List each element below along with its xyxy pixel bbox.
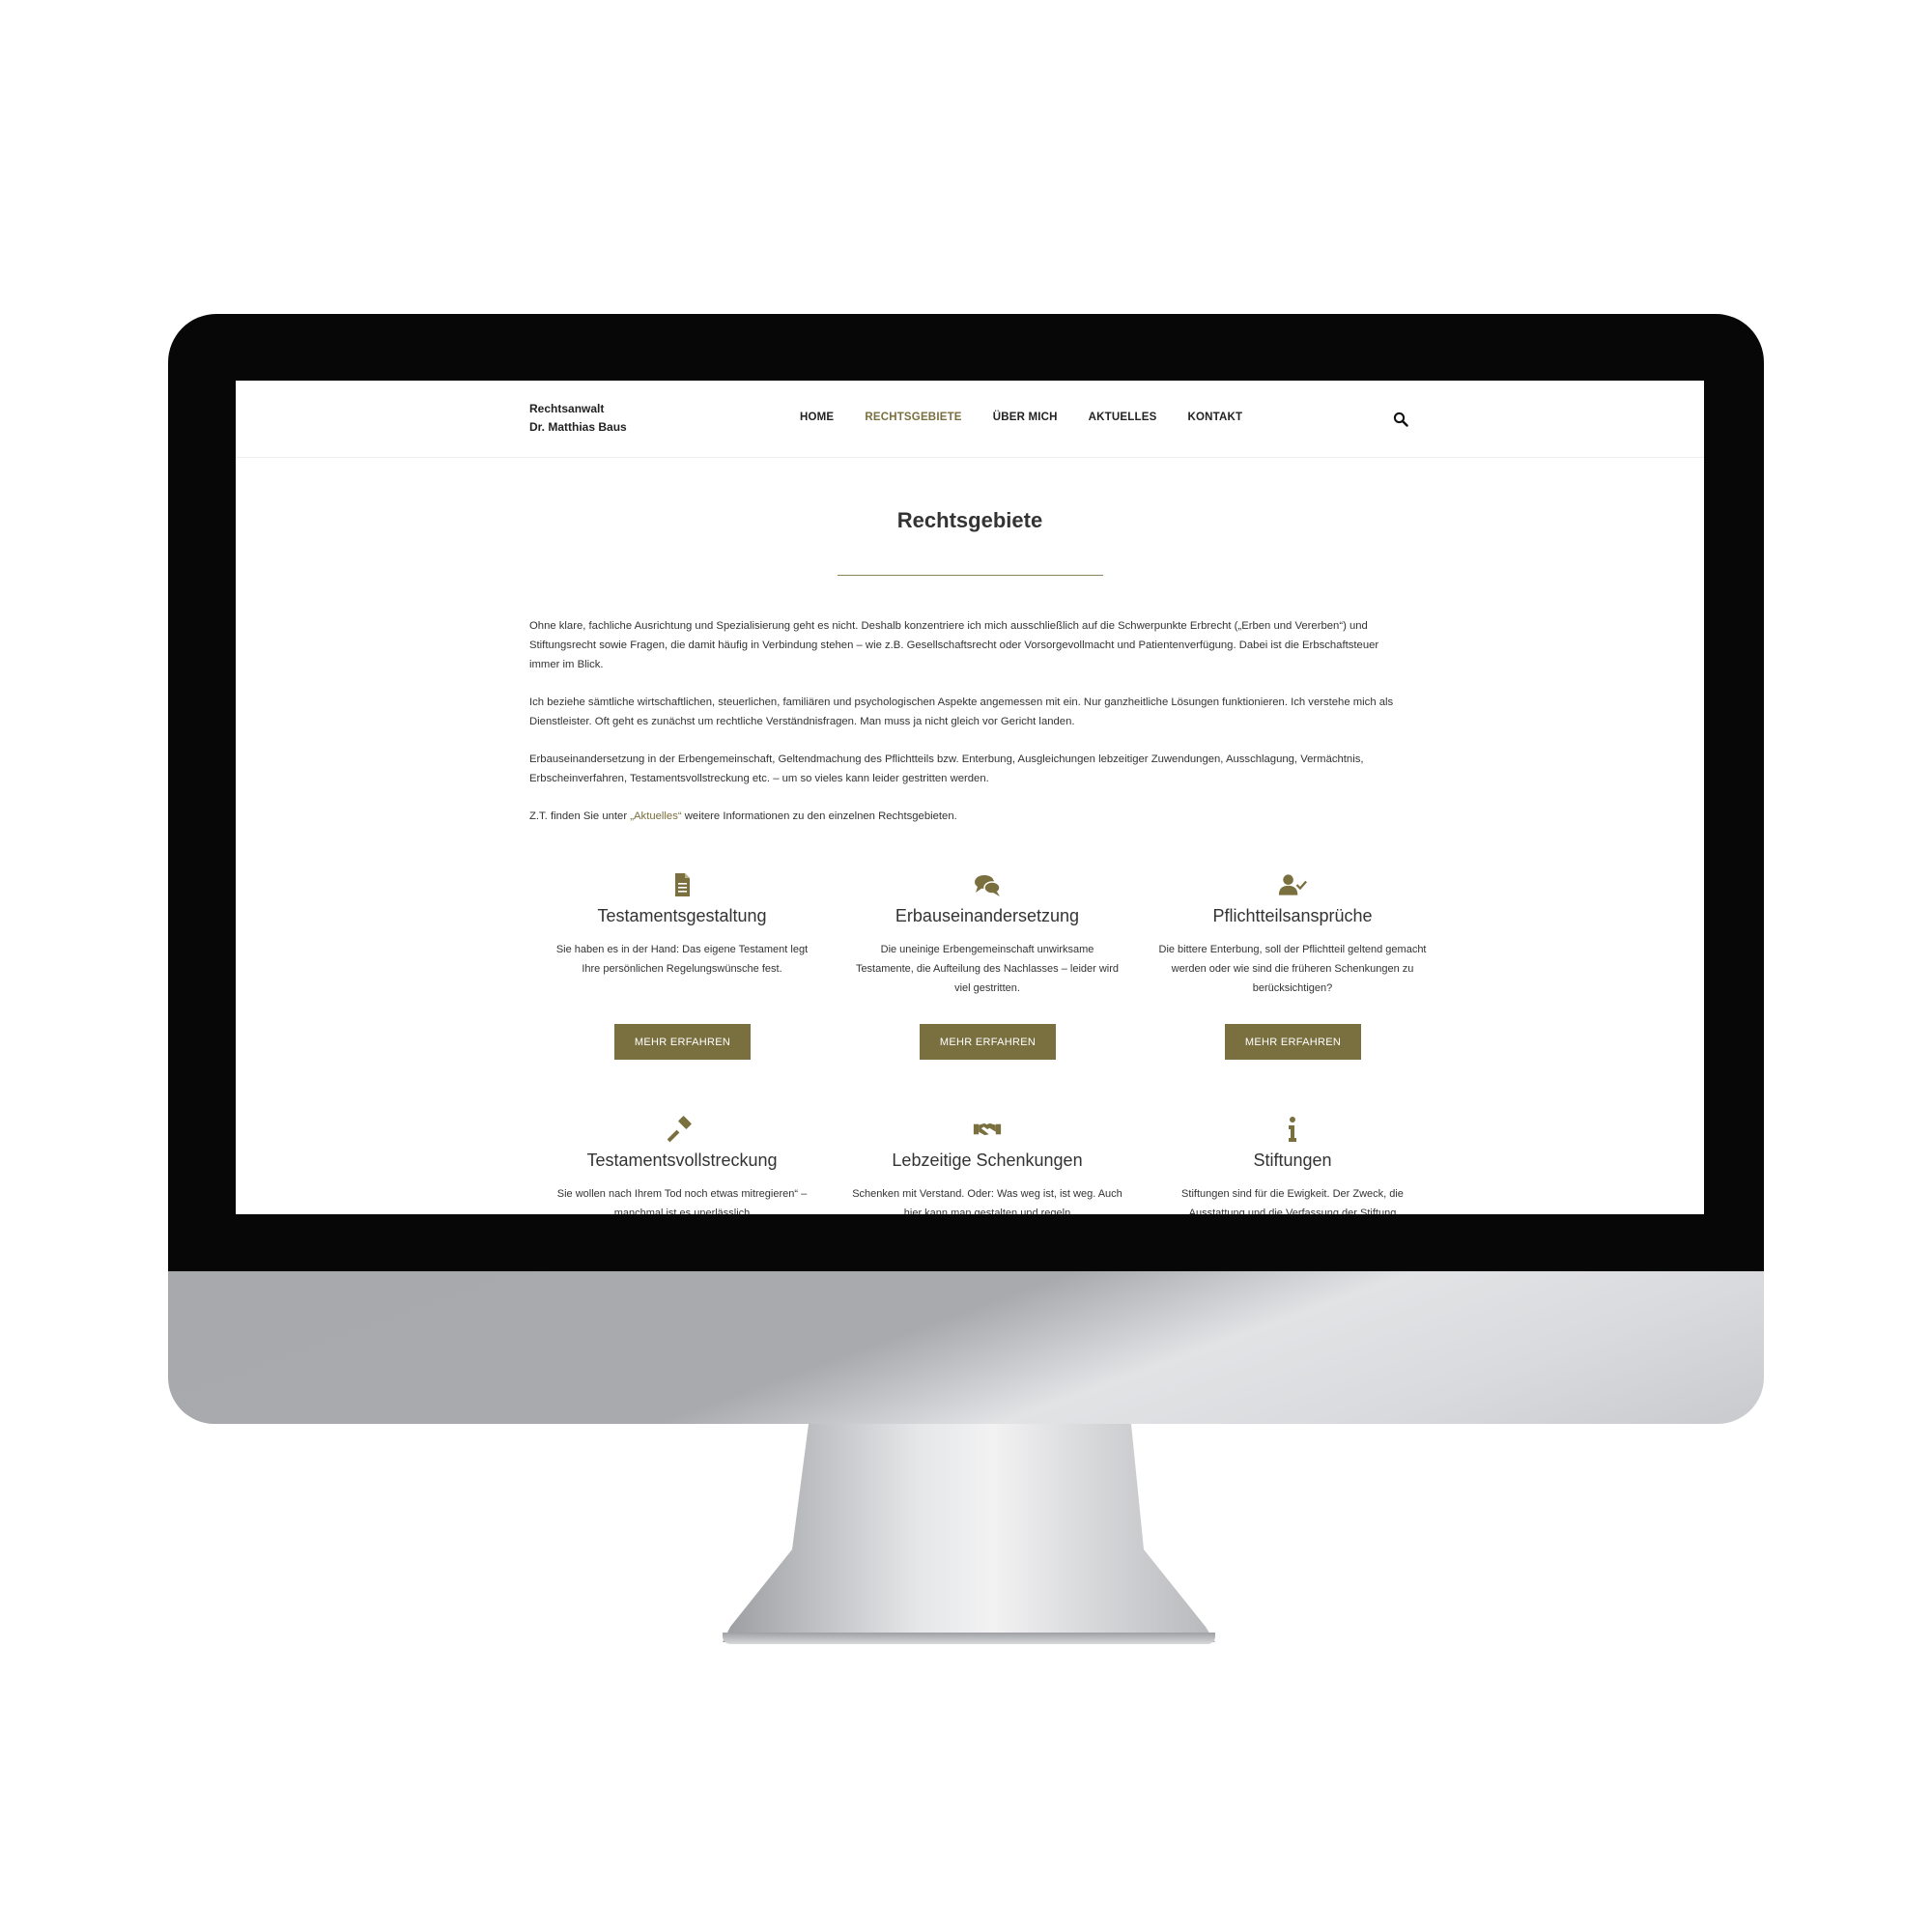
nav-rechtsgebiete[interactable]: RECHTSGEBIETE <box>865 412 961 423</box>
user-check-icon <box>1278 874 1307 895</box>
info-icon <box>1289 1117 1296 1142</box>
nav-ueber-mich[interactable]: ÜBER MICH <box>993 412 1058 423</box>
services-grid: Testamentsgestaltung Sie haben es in der… <box>529 871 1427 1214</box>
service-description: Stiftungen sind für die Ewigkeit. Der Zw… <box>1181 1188 1404 1214</box>
service-card: Erbauseinandersetzung Die uneinige Erben… <box>835 871 1140 1116</box>
mehr-erfahren-button[interactable]: MEHR ERFAHREN <box>614 1024 751 1060</box>
brand-line-1: Rechtsanwalt <box>529 402 605 415</box>
main-nav: HOME RECHTSGEBIETE ÜBER MICH AKTUELLES K… <box>800 412 1273 423</box>
info-paragraph: Z.T. finden Sie unter „Aktuelles“ weiter… <box>529 807 1410 826</box>
service-card: Stiftungen Stiftungen sind für die Ewigk… <box>1140 1116 1445 1214</box>
service-title: Pflichtteilsansprüche <box>1212 906 1373 925</box>
service-title: Erbauseinandersetzung <box>895 906 1080 925</box>
gavel-icon <box>668 1116 692 1143</box>
handshake-icon <box>973 1122 1002 1136</box>
service-card: Lebzeitige Schenkungen Schenken mit Vers… <box>835 1116 1140 1214</box>
monitor-stand-base <box>723 1633 1215 1644</box>
intro-text: Ohne klare, fachliche Ausrichtung und Sp… <box>529 616 1410 844</box>
info-suffix: weitere Informationen zu den einzelnen R… <box>681 810 957 822</box>
mehr-erfahren-button[interactable]: MEHR ERFAHREN <box>920 1024 1056 1060</box>
monitor-chin <box>168 1271 1764 1424</box>
nav-home[interactable]: HOME <box>800 412 834 423</box>
monitor-stand <box>723 1424 1215 1642</box>
service-title: Lebzeitige Schenkungen <box>892 1151 1083 1170</box>
service-title: Testamentsgestaltung <box>597 906 767 925</box>
search-icon[interactable] <box>1393 412 1408 427</box>
service-description: Die bittere Enterbung, soll der Pflichtt… <box>1158 944 1427 994</box>
intro-paragraph: Ohne klare, fachliche Ausrichtung und Sp… <box>529 620 1379 670</box>
service-description: Schenken mit Verstand. Oder: Was weg ist… <box>852 1188 1122 1214</box>
nav-kontakt[interactable]: KONTAKT <box>1187 412 1242 423</box>
intro-paragraph: Erbauseinandersetzung in der Erbengemein… <box>529 753 1364 784</box>
page-title: Rechtsgebiete <box>896 508 1043 532</box>
service-card: Pflichtteilsansprüche Die bittere Enterb… <box>1140 871 1445 1116</box>
service-card: Testamentsvollstreckung Sie wollen nach … <box>529 1116 835 1214</box>
intro-paragraph: Ich beziehe sämtliche wirtschaftlichen, … <box>529 696 1394 727</box>
service-description: Sie haben es in der Hand: Das eigene Tes… <box>555 944 809 975</box>
info-prefix: Z.T. finden Sie unter <box>529 810 631 822</box>
service-card: Testamentsgestaltung Sie haben es in der… <box>529 871 835 1116</box>
mehr-erfahren-button[interactable]: MEHR ERFAHREN <box>1225 1024 1361 1060</box>
site-header: Rechtsanwalt Dr. Matthias Baus HOME RECH… <box>236 381 1704 458</box>
service-description: Sie wollen nach Ihrem Tod noch etwas mit… <box>556 1188 808 1214</box>
aktuelles-link[interactable]: „Aktuelles“ <box>630 810 681 822</box>
chat-bubbles-icon <box>975 875 1001 896</box>
site-logo[interactable]: Rechtsanwalt Dr. Matthias Baus <box>529 400 627 437</box>
brand-line-2: Dr. Matthias Baus <box>529 420 627 434</box>
website-screen: Rechtsanwalt Dr. Matthias Baus HOME RECH… <box>236 381 1704 1214</box>
title-divider <box>838 575 1103 576</box>
service-description: Die uneinige Erbengemeinschaft unwirksam… <box>855 944 1120 994</box>
document-icon <box>675 873 690 896</box>
service-title: Testamentsvollstreckung <box>586 1151 778 1170</box>
service-title: Stiftungen <box>1253 1151 1332 1170</box>
nav-aktuelles[interactable]: AKTUELLES <box>1089 412 1157 423</box>
